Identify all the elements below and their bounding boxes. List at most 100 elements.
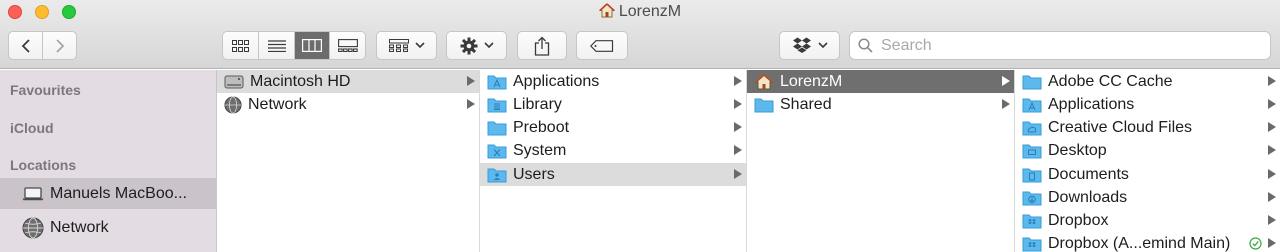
column-view-icon — [302, 39, 323, 52]
disclosure-arrow-icon — [1268, 99, 1276, 109]
list-item-label: LorenzM — [780, 72, 843, 90]
folder-icon — [487, 121, 507, 135]
list-item-dropbox[interactable]: Dropbox — [1015, 209, 1280, 232]
column-browser-column-3: LorenzM Shared — [747, 70, 1015, 252]
network-globe-icon — [22, 217, 44, 238]
column-browser-column-4: Adobe CC Cache Applications Creative Clo… — [1015, 70, 1280, 252]
list-item-label: Applications — [513, 72, 600, 90]
disclosure-arrow-icon — [1002, 76, 1010, 86]
list-item-users[interactable]: Users — [480, 163, 746, 186]
list-item-label: Desktop — [1048, 141, 1107, 159]
column-view-button[interactable] — [293, 32, 330, 59]
disclosure-arrow-icon — [467, 76, 475, 86]
forward-button[interactable] — [42, 32, 76, 59]
share-button[interactable] — [517, 31, 567, 60]
dropbox-folder-icon — [1022, 237, 1042, 251]
list-item-desktop[interactable]: Desktop — [1015, 139, 1280, 162]
applications-folder-icon — [1022, 98, 1042, 112]
tags-button[interactable] — [576, 31, 628, 60]
search-icon — [858, 38, 873, 53]
view-mode-buttons — [222, 31, 366, 60]
list-item-label: Downloads — [1048, 188, 1128, 206]
disclosure-arrow-icon — [1268, 122, 1276, 132]
list-item-documents[interactable]: Documents — [1015, 163, 1280, 186]
list-view-button[interactable] — [258, 32, 294, 59]
documents-folder-icon — [1022, 168, 1042, 182]
disclosure-arrow-icon — [1268, 145, 1276, 155]
list-item-applications[interactable]: Applications — [1015, 93, 1280, 116]
list-item-preboot[interactable]: Preboot — [480, 116, 746, 139]
folder-icon — [754, 98, 774, 112]
list-item-label: Dropbox — [1048, 211, 1109, 229]
disclosure-arrow-icon — [1268, 192, 1276, 202]
chevron-down-icon — [483, 42, 494, 49]
list-view-icon — [267, 39, 286, 52]
sidebar-section-locations[interactable]: Locations — [10, 157, 76, 173]
search-placeholder[interactable]: Search — [881, 37, 932, 55]
column-browser-column-2: Applications Library Preboot System User… — [480, 70, 747, 252]
list-item-label: Network — [248, 95, 307, 113]
list-item-label: Creative Cloud Files — [1048, 118, 1193, 136]
search-field[interactable]: Search — [849, 31, 1271, 60]
list-item-network[interactable]: Network — [217, 93, 479, 116]
gallery-view-icon — [337, 39, 358, 52]
list-item-label: Shared — [780, 95, 832, 113]
system-folder-icon — [487, 144, 507, 158]
list-item-dropbox-remind-main[interactable]: Dropbox (A...emind Main) — [1015, 232, 1280, 252]
disclosure-arrow-icon — [734, 169, 742, 179]
users-folder-icon — [487, 168, 507, 182]
icon-view-icon — [231, 39, 249, 52]
tag-icon — [590, 39, 614, 52]
disclosure-arrow-icon — [734, 122, 742, 132]
group-by-button[interactable] — [376, 31, 437, 60]
column-browser-column-1: Macintosh HD Network — [217, 70, 480, 252]
icon-view-button[interactable] — [223, 32, 258, 59]
list-item-macintosh-hd[interactable]: Macintosh HD — [217, 70, 479, 93]
sidebar-item-network[interactable]: Network — [0, 212, 216, 243]
list-item-label: Applications — [1048, 95, 1135, 113]
hard-drive-icon — [224, 75, 244, 88]
chevron-left-icon — [21, 38, 30, 53]
desktop-folder-icon — [1022, 144, 1042, 158]
disclosure-arrow-icon — [1268, 76, 1276, 86]
toolbar: LorenzM Search — [0, 0, 1280, 69]
list-item-label: Documents — [1048, 165, 1129, 183]
disclosure-arrow-icon — [1268, 238, 1276, 248]
home-icon — [754, 73, 774, 89]
list-item-label: Dropbox (A...emind Main) — [1048, 234, 1231, 252]
sidebar-item-label: Network — [50, 218, 109, 236]
gallery-view-button[interactable] — [329, 32, 365, 59]
list-item-adobe-cc-cache[interactable]: Adobe CC Cache — [1015, 70, 1280, 93]
list-item-library[interactable]: Library — [480, 93, 746, 116]
action-menu-button[interactable] — [446, 31, 507, 60]
disclosure-arrow-icon — [1002, 99, 1010, 109]
list-item-system[interactable]: System — [480, 139, 746, 162]
dropbox-menu-button[interactable] — [779, 31, 840, 60]
sync-complete-check-icon — [1249, 237, 1262, 250]
applications-folder-icon — [487, 75, 507, 89]
disclosure-arrow-icon — [1268, 215, 1276, 225]
downloads-folder-icon — [1022, 191, 1042, 205]
list-item-label: Macintosh HD — [250, 72, 351, 90]
back-button[interactable] — [9, 32, 42, 59]
laptop-icon — [22, 186, 44, 200]
dropbox-folder-icon — [1022, 214, 1042, 228]
share-icon — [534, 36, 550, 56]
dropbox-icon — [792, 37, 811, 53]
list-item-label: Adobe CC Cache — [1048, 72, 1173, 90]
window-title-label: LorenzM — [618, 3, 682, 20]
list-item-applications[interactable]: Applications — [480, 70, 746, 93]
navigation-buttons — [8, 31, 77, 60]
sidebar-item-macbook[interactable]: Manuels MacBoo... — [0, 178, 216, 209]
chevron-down-icon — [414, 42, 425, 49]
sidebar-item-label: Manuels MacBoo... — [50, 184, 187, 202]
list-item-lorenzm[interactable]: LorenzM — [747, 70, 1014, 93]
list-item-downloads[interactable]: Downloads — [1015, 186, 1280, 209]
list-item-label: Library — [513, 95, 562, 113]
list-item-creative-cloud-files[interactable]: Creative Cloud Files — [1015, 116, 1280, 139]
chevron-down-icon — [817, 42, 828, 49]
window-title: LorenzM — [0, 3, 1280, 21]
list-item-shared[interactable]: Shared — [747, 93, 1014, 116]
sidebar-section-icloud[interactable]: iCloud — [10, 120, 54, 136]
sidebar-section-favourites[interactable]: Favourites — [10, 82, 81, 98]
